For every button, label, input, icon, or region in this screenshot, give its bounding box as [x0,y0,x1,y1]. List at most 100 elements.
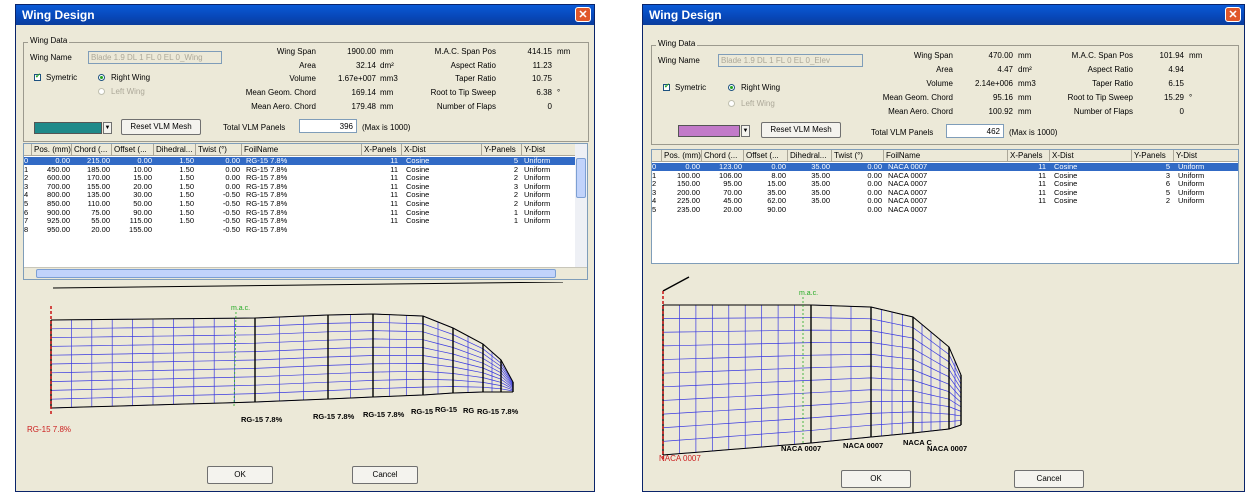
column-header[interactable]: Dihedral... [154,144,196,156]
column-header[interactable]: Y-Panels [482,144,522,156]
table-cell: 35.00 [811,163,830,171]
column-header[interactable]: Chord (... [72,144,112,156]
color-dropdown-button[interactable]: ▼ [103,122,112,134]
close-button[interactable]: ✕ [1225,7,1241,22]
column-header[interactable]: Chord (... [702,150,744,162]
left-wing-radio[interactable] [728,100,735,107]
table-row[interactable]: 4 225.00 45.00 62.00 35.00 0.00 NACA 0007 11 Cos… [652,197,1238,205]
scroll-thumb[interactable] [576,158,586,198]
column-header[interactable]: X-Panels [362,144,402,156]
table-cell: 0.00 [225,174,240,183]
wing-color-swatch[interactable] [678,125,740,137]
column-header[interactable]: X-Dist [402,144,482,156]
column-header[interactable] [24,144,32,156]
symmetric-checkbox[interactable] [34,72,41,81]
scroll-thumb[interactable] [36,269,556,278]
column-header[interactable] [652,150,662,162]
right-wing-radio[interactable] [728,84,735,91]
table-row[interactable]: 7 925.00 55.00 115.00 1.50 -0.50 RG-15 7.8% 11 C… [24,217,575,225]
table-row[interactable]: 6 900.00 75.00 90.00 1.50 -0.50 RG-15 7.8% 11 Co… [24,209,575,217]
reset-vlm-mesh-button[interactable]: Reset VLM Mesh [121,119,201,135]
table-row[interactable]: 0 0.00 215.00 0.00 1.50 0.00 RG-15 7.8% 11 Cosin… [24,157,575,165]
symmetric-checkbox[interactable] [663,82,670,91]
mean-aero-chord-value: 179.48 [351,102,376,111]
column-header[interactable]: Offset (... [744,150,788,162]
wing-3d-view[interactable]: m.a.c. RG-15 7.8% RG-15 7.8% RG-15 7.8% … [23,282,589,452]
taper-ratio-label: Taper Ratio [455,74,496,83]
column-header[interactable]: Y-Panels [1132,150,1174,162]
ok-button[interactable]: OK [841,470,911,488]
title-bar[interactable]: Wing Design ✕ [643,5,1244,25]
column-header[interactable]: Offset (... [112,144,154,156]
table-cell: 950.00 [47,225,70,234]
table-cell: 1.50 [179,157,194,165]
table-row[interactable]: 5 235.00 20.00 90.00 0.00 NACA 0007 [652,206,1238,214]
table-cell: Cosine [1054,180,1078,189]
table-row[interactable]: 2 150.00 95.00 15.00 35.00 0.00 NACA 0007 11 Cos… [652,180,1238,188]
column-header[interactable]: Twist (°) [832,150,884,162]
wing-span-unit: mm [1018,51,1032,60]
wing-name-field[interactable]: Blade 1.9 DL 1 FL 0 EL 0_Elev [718,54,863,67]
column-header[interactable]: FoilName [242,144,362,156]
table-row[interactable]: 0 0.00 123.00 0.00 35.00 0.00 NACA 0007 11 Cosin… [652,163,1238,171]
wing-design-dialog-right: Wing Design ✕ Wing Data Wing Name Blade … [642,4,1245,492]
table-cell: 600.00 [47,174,70,183]
left-wing-radio[interactable] [98,88,105,95]
wing-sections-table[interactable]: Pos. (mm) Chord (... Offset (... Dihedra… [651,149,1239,264]
area-value: 32.14 [355,61,376,70]
total-vlm-panels-field[interactable]: 396 [299,119,357,133]
total-vlm-panels-field[interactable]: 462 [946,124,1004,138]
horizontal-scrollbar[interactable] [24,267,587,279]
table-cell: 1 [652,171,657,180]
table-cell: 35.00 [811,197,830,206]
table-cell: 2 [513,165,518,174]
table-row[interactable]: 3 700.00 155.00 20.00 1.50 0.00 RG-15 7.8% 11 Co… [24,183,575,191]
column-header[interactable]: X-Dist [1050,150,1132,162]
table-row[interactable]: 2 600.00 170.00 15.00 1.50 0.00 RG-15 7.8% 11 Co… [24,174,575,182]
table-cell: Uniform [1178,163,1205,171]
table-cell: 7 [24,217,29,226]
total-vlm-panels-label: Total VLM Panels [223,123,286,132]
column-header[interactable]: Twist (°) [196,144,242,156]
cancel-button[interactable]: Cancel [1014,470,1084,488]
column-header[interactable]: Dihedral... [788,150,832,162]
table-row[interactable]: 1 450.00 185.00 10.00 1.50 0.00 RG-15 7.8% 11 Co… [24,166,575,174]
title-bar[interactable]: Wing Design ✕ [16,5,594,25]
table-row[interactable]: 4 800.00 135.00 30.00 1.50 -0.50 RG-15 7.8% 11 C… [24,191,575,199]
right-wing-radio[interactable] [98,74,105,81]
column-header[interactable]: Pos. (mm) [662,150,702,162]
table-cell: 3 [513,182,518,191]
wing-design-dialog-left: Wing Design ✕ Wing Data Wing Name Blade … [15,4,595,492]
table-cell: 235.00 [677,206,700,214]
area-label: Area [299,61,316,70]
wing-sections-table[interactable]: Pos. (mm) Chord (... Offset (... Dihedra… [23,143,588,280]
column-header[interactable]: Pos. (mm) [32,144,72,156]
table-row[interactable]: 1 100.00 106.00 8.00 35.00 0.00 NACA 0007 11 Cos… [652,172,1238,180]
table-row[interactable]: 5 850.00 110.00 50.00 1.50 -0.50 RG-15 7.8% 11 C… [24,200,575,208]
table-row[interactable]: 8 950.00 20.00 155.00 -0.50 RG-15 7.8% [24,226,575,234]
reset-vlm-mesh-button[interactable]: Reset VLM Mesh [761,122,841,138]
table-cell: Uniform [524,217,551,226]
vertical-scrollbar[interactable] [575,144,587,268]
column-header[interactable]: X-Panels [1008,150,1050,162]
color-dropdown-button[interactable]: ▼ [741,125,750,137]
table-cell [1132,206,1170,214]
wing-span-unit: mm [380,47,394,56]
wing-3d-view[interactable]: m.a.c. NACA 0007 NACA 0007 NACA 0007 NAC… [651,265,1239,465]
close-button[interactable]: ✕ [575,7,591,22]
section-foil-label: NACA 0007 [843,441,883,450]
table-cell: 700.00 [47,182,70,191]
table-cell: 0.00 [225,182,240,191]
cancel-button[interactable]: Cancel [352,466,418,484]
wing-color-swatch[interactable] [34,122,102,134]
table-row[interactable]: 3 200.00 70.00 35.00 35.00 0.00 NACA 0007 11 Cos… [652,189,1238,197]
mac-span-pos-value: 414.15 [527,47,552,56]
column-header[interactable]: Y-Dist [522,144,576,156]
column-header[interactable]: Y-Dist [1174,150,1238,162]
wing-name-field[interactable]: Blade 1.9 DL 1 FL 0 EL 0_Wing [88,51,222,64]
column-header[interactable]: FoilName [884,150,1008,162]
table-cell: 5 [24,200,29,208]
table-cell: 35.00 [811,171,830,180]
table-cell: 30.00 [133,191,152,200]
ok-button[interactable]: OK [207,466,273,484]
